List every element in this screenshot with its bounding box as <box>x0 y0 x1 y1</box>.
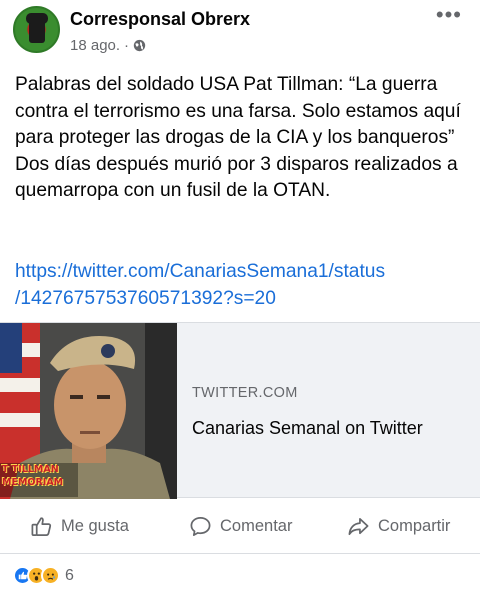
share-label: Compartir <box>378 517 451 535</box>
globe-icon <box>133 39 146 52</box>
comment-icon <box>190 517 211 536</box>
post-link[interactable]: https://twitter.com/CanariasSemana1/stat… <box>15 259 470 312</box>
share-arrow-icon <box>348 517 369 536</box>
post-text: Palabras del soldado USA Pat Tillman: “L… <box>15 74 461 202</box>
more-options-icon[interactable]: ••• <box>436 4 462 26</box>
like-button[interactable]: Me gusta <box>30 515 129 538</box>
avatar[interactable] <box>13 6 60 53</box>
post-link-line-2[interactable]: /1427675753760571392?s=20 <box>15 286 470 313</box>
thumbs-up-icon <box>31 517 52 536</box>
post-actions-bar: Me gusta Comentar Compartir <box>0 498 480 554</box>
post-date[interactable]: 18 ago. <box>70 37 120 54</box>
share-button[interactable]: Compartir <box>347 515 450 538</box>
comment-button[interactable]: Comentar <box>189 515 292 538</box>
comment-label: Comentar <box>220 517 293 535</box>
post-link-line-1[interactable]: https://twitter.com/CanariasSemana1/stat… <box>15 259 470 286</box>
thumbnail-caption-line-2: MEMORIAM <box>2 477 64 488</box>
like-label: Me gusta <box>61 517 129 535</box>
preview-title[interactable]: Canarias Semanal on Twitter <box>192 418 423 439</box>
thumbnail-caption: T TILLMAN MEMORIAM <box>2 463 63 489</box>
preview-thumbnail[interactable]: T TILLMAN MEMORIAM <box>0 323 177 499</box>
post-header: Corresponsal Obrerx 18 ago. · ••• <box>0 0 480 64</box>
post-meta: 18 ago. · <box>70 37 146 54</box>
meta-separator: · <box>124 37 130 54</box>
link-preview-card[interactable]: T TILLMAN MEMORIAM TWITTER.COM Canarias … <box>0 322 480 499</box>
author-name[interactable]: Corresponsal Obrerx <box>70 9 250 30</box>
reaction-count: 6 <box>65 566 74 584</box>
thumbnail-caption-line-1: T TILLMAN <box>2 464 59 475</box>
sad-reaction-icon <box>41 566 60 585</box>
raised-fist-icon <box>26 13 48 43</box>
preview-domain: TWITTER.COM <box>192 385 298 401</box>
reactions-summary[interactable]: 6 <box>13 566 74 585</box>
